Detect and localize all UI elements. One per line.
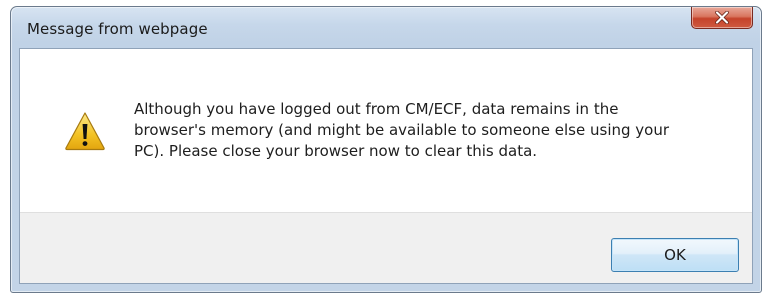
warning-icon [64,111,106,151]
title-bar[interactable]: Message from webpage [11,7,761,47]
dialog-title: Message from webpage [27,20,208,38]
content-area: Although you have logged out from CM/ECF… [20,49,752,212]
dialog-message: Although you have logged out from CM/ECF… [134,99,734,162]
message-line: Although you have logged out from CM/ECF… [134,100,619,118]
button-area: OK [20,212,752,283]
close-icon [715,11,729,24]
message-line: PC). Please close your browser now to cl… [134,142,538,160]
message-line: browser's memory (and might be available… [134,121,670,139]
message-dialog: Message from webpage Although you have l… [10,6,762,293]
close-button[interactable] [691,7,753,29]
ok-button[interactable]: OK [611,238,739,272]
dialog-body: Although you have logged out from CM/ECF… [19,48,753,284]
